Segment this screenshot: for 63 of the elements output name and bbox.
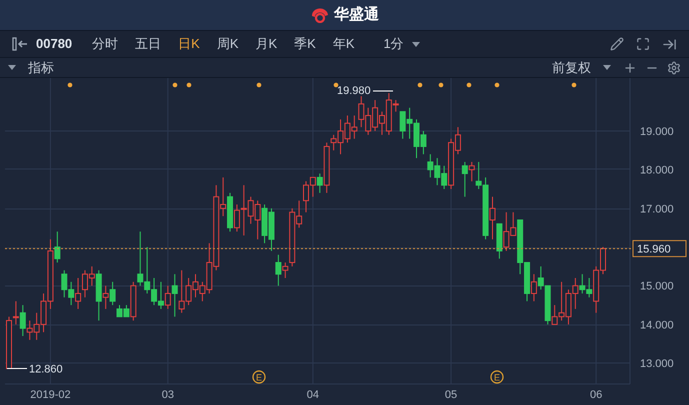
marker-icon: [256, 82, 262, 88]
price-tick: 13.000: [640, 358, 674, 370]
plus-icon[interactable]: [623, 60, 637, 74]
price-tick: 17.000: [640, 203, 674, 216]
period-tab[interactable]: 月K: [256, 34, 278, 54]
fullscreen-icon[interactable]: [636, 37, 650, 51]
price-tick: 15.000: [640, 280, 674, 293]
candlestick: [110, 281, 116, 306]
candlestick: [468, 161, 475, 182]
stock-code: 00780: [36, 35, 72, 54]
price-tick: 14.000: [640, 319, 674, 332]
pencil-icon[interactable]: [610, 37, 624, 51]
candlestick: [234, 204, 240, 232]
candlestick: [316, 173, 323, 194]
candlestick: [462, 161, 468, 198]
caret-icon[interactable]: [8, 65, 16, 70]
app-title: 华盛通: [334, 4, 379, 25]
marker-icon: [172, 82, 178, 88]
adjustment-dropdown[interactable]: 前复权: [552, 58, 611, 78]
caret-icon: [603, 65, 611, 70]
marker-icon: [68, 82, 72, 88]
date-tick: 2019-02: [30, 389, 71, 401]
caret-icon: [412, 42, 420, 46]
marker-icon: [334, 82, 338, 88]
candlestick: [75, 278, 82, 310]
candlestick: [489, 196, 496, 240]
candlestick: [164, 285, 171, 310]
exit-icon[interactable]: [662, 36, 677, 52]
period-tab[interactable]: 日K: [178, 34, 200, 54]
date-tick: 05: [444, 389, 458, 401]
marker-icon: [466, 82, 472, 88]
marker-icon: [494, 82, 500, 88]
period-tab[interactable]: 季K: [294, 34, 316, 54]
date-tick: 06: [590, 389, 602, 401]
period-tab[interactable]: 五日: [135, 34, 162, 54]
logo-icon: [310, 7, 330, 23]
marker-icon: [572, 82, 576, 88]
candlestick: [275, 254, 282, 286]
candlestick: [530, 274, 537, 302]
candlestick: [172, 274, 178, 318]
marker-icon: [438, 82, 444, 88]
price-tick: 18.000: [640, 164, 674, 177]
date-tick: 04: [306, 389, 320, 401]
marker-icon: [418, 82, 422, 88]
candlestick: [12, 300, 19, 325]
period-tab[interactable]: 周K: [216, 34, 238, 54]
event-badge[interactable]: E: [252, 370, 266, 384]
period-tab[interactable]: 分时: [92, 34, 118, 54]
candlestick: [102, 285, 109, 310]
panel-collapse-icon[interactable]: [12, 37, 28, 51]
price-tick: 19.000: [640, 126, 674, 138]
marker-icon: [186, 82, 192, 88]
indicator-label[interactable]: 指标: [28, 58, 54, 78]
candlestick: [54, 231, 60, 264]
ref-line-label: 15.960: [637, 244, 671, 256]
period-tab[interactable]: 年K: [332, 34, 355, 54]
candlestick: [282, 262, 288, 279]
date-tick: 03: [162, 389, 174, 401]
candlestick: [20, 304, 26, 337]
settings-icon[interactable]: [667, 60, 681, 74]
event-badge[interactable]: E: [490, 370, 504, 384]
interval-dropdown[interactable]: 1分: [384, 34, 420, 54]
current-price-label: 15.960: [632, 240, 686, 258]
